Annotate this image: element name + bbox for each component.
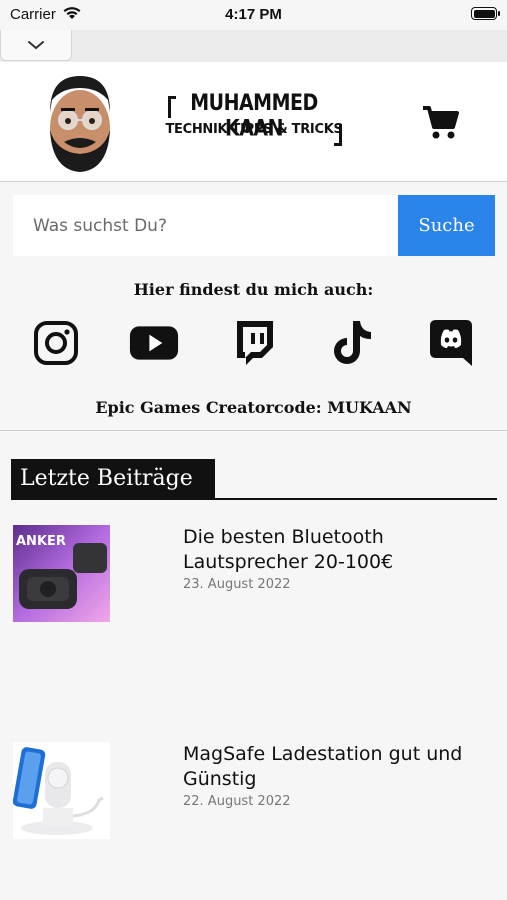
discord-link[interactable] <box>426 318 476 368</box>
cart-icon[interactable] <box>420 102 460 142</box>
post-date: 22. August 2022 <box>183 794 291 809</box>
twitch-link[interactable] <box>229 318 279 368</box>
post-thumbnail[interactable]: ANKER <box>13 525 110 622</box>
tiktok-link[interactable] <box>328 318 378 368</box>
post-item[interactable]: ANKER Die besten Bluetooth Lautsprecher … <box>13 525 493 625</box>
logo-bracket-right <box>334 124 342 146</box>
instagram-link[interactable] <box>31 318 81 368</box>
search-button[interactable]: Suche <box>398 195 495 256</box>
social-heading: Hier findest du mich auch: <box>133 280 374 299</box>
status-bar: Carrier 4:17 PM <box>0 0 507 30</box>
section-title: Letzte Beiträge <box>11 459 215 498</box>
youtube-icon <box>129 326 179 360</box>
toolbar-strip <box>0 30 507 62</box>
post-title[interactable]: MagSafe Ladestation gut und Günstig <box>183 742 493 792</box>
search-bar: Suche <box>13 195 495 256</box>
twitch-icon <box>237 321 273 365</box>
post-title[interactable]: Die besten Bluetooth Lautsprecher 20-100… <box>183 525 493 575</box>
magsafe-charger-image <box>13 742 110 839</box>
site-logo[interactable]: MUHAMMED KAAN TECHNIK TIPPS & TRICKS <box>164 91 344 152</box>
discord-icon <box>430 320 472 366</box>
chevron-down-icon <box>28 41 44 50</box>
clock: 4:17 PM <box>225 6 282 23</box>
social-links <box>0 318 507 370</box>
tiktok-icon <box>334 321 371 364</box>
site-header: MUHAMMED KAAN TECHNIK TIPPS & TRICKS <box>0 62 507 182</box>
collapse-toggle[interactable] <box>0 30 72 61</box>
divider <box>0 430 507 431</box>
youtube-link[interactable] <box>129 318 179 368</box>
post-date: 23. August 2022 <box>183 577 291 592</box>
post-thumbnail[interactable] <box>13 742 110 839</box>
search-input[interactable] <box>13 195 398 256</box>
post-item[interactable]: MagSafe Ladestation gut und Günstig 22. … <box>13 742 493 842</box>
latest-posts-header: Letzte Beiträge <box>11 459 497 500</box>
instagram-icon <box>34 321 78 365</box>
thumbnail-brand: ANKER <box>16 534 66 549</box>
battery-icon <box>471 7 500 20</box>
speaker-image: ANKER <box>13 525 110 622</box>
logo-subtitle: TECHNIK TIPPS & TRICKS <box>165 122 343 137</box>
avatar[interactable] <box>38 70 122 174</box>
creator-code: Epic Games Creatorcode: MUKAAN <box>95 398 412 417</box>
